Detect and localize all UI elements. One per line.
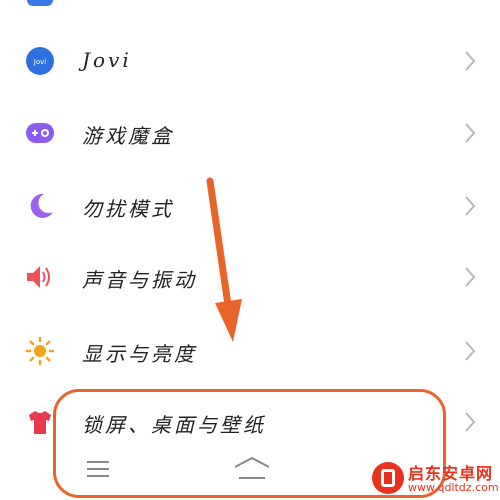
settings-item-game-box[interactable]: 游戏魔盒 [0, 98, 500, 168]
settings-item-label: 显示与亮度 [82, 342, 197, 366]
menu-icon[interactable] [86, 459, 110, 479]
chevron-right-icon [465, 341, 476, 361]
watermark: 启东安卓网 www.qdltdz.com [372, 458, 500, 500]
chevron-right-icon [465, 267, 476, 287]
gamepad-icon [26, 123, 54, 143]
settings-item-label: 游戏魔盒 [82, 124, 174, 148]
watermark-logo-icon [372, 462, 404, 494]
jovi-icon: Jovi [26, 47, 54, 75]
settings-item-jovi[interactable]: Jovi Jovi [0, 26, 500, 96]
chevron-right-icon [465, 412, 476, 432]
settings-item-sound-vibration[interactable]: 声音与振动 [0, 242, 500, 312]
speaker-icon [27, 266, 50, 288]
sun-icon [26, 337, 54, 365]
chevron-right-icon [465, 123, 476, 143]
svg-text:Jovi: Jovi [33, 58, 46, 66]
settings-item-label: Jovi [82, 48, 132, 72]
tshirt-icon [29, 411, 51, 434]
moon-icon [30, 193, 53, 218]
settings-item-display-brightness[interactable]: 显示与亮度 [0, 316, 500, 386]
settings-item-do-not-disturb[interactable]: 勿扰模式 [0, 171, 500, 241]
home-icon[interactable] [232, 456, 272, 482]
settings-item-label: 勿扰模式 [82, 197, 174, 221]
chevron-right-icon [465, 51, 476, 71]
chevron-right-icon [465, 196, 476, 216]
settings-item-label: 声音与振动 [82, 268, 197, 292]
watermark-url: www.qdltdz.com [408, 481, 499, 494]
partial-settings-icon [27, 0, 53, 6]
